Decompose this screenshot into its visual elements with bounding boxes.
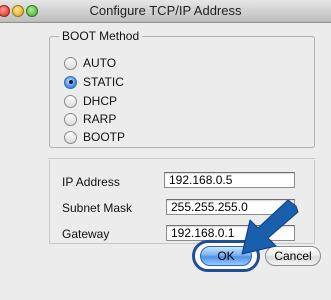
radio-option-auto[interactable]: AUTO <box>64 55 116 71</box>
radio-option-static[interactable]: STATIC <box>64 74 124 90</box>
radio-label-bootp: BOOTP <box>83 130 126 144</box>
ip-address-field[interactable] <box>164 172 295 188</box>
gateway-label: Gateway <box>62 227 110 241</box>
radio-option-rarp[interactable]: RARP <box>64 111 116 127</box>
boot-method-label: BOOT Method <box>59 29 143 43</box>
title-bar: Configure TCP/IP Address <box>0 0 331 23</box>
radio-button-icon[interactable] <box>64 56 77 70</box>
radio-button-icon[interactable] <box>64 112 77 126</box>
radio-button-selected-icon[interactable] <box>64 75 77 89</box>
radio-option-bootp[interactable]: BOOTP <box>64 129 125 145</box>
radio-button-icon[interactable] <box>64 94 77 108</box>
window-title: Configure TCP/IP Address <box>89 3 242 18</box>
radio-label-auto: AUTO <box>83 56 117 70</box>
radio-label-rarp: RARP <box>83 112 117 126</box>
ip-address-label: IP Address <box>62 175 120 189</box>
configure-tcpip-window: Configure TCP/IP Address BOOT Method AUT… <box>0 0 331 300</box>
radio-option-dhcp[interactable]: DHCP <box>64 93 117 109</box>
radio-label-static: STATIC <box>83 75 124 89</box>
section-divider <box>48 158 315 159</box>
radio-label-dhcp: DHCP <box>83 94 118 108</box>
radio-button-icon[interactable] <box>64 130 77 144</box>
arrow-pointing-to-ok-icon <box>241 200 299 255</box>
subnet-mask-label: Subnet Mask <box>62 201 133 215</box>
